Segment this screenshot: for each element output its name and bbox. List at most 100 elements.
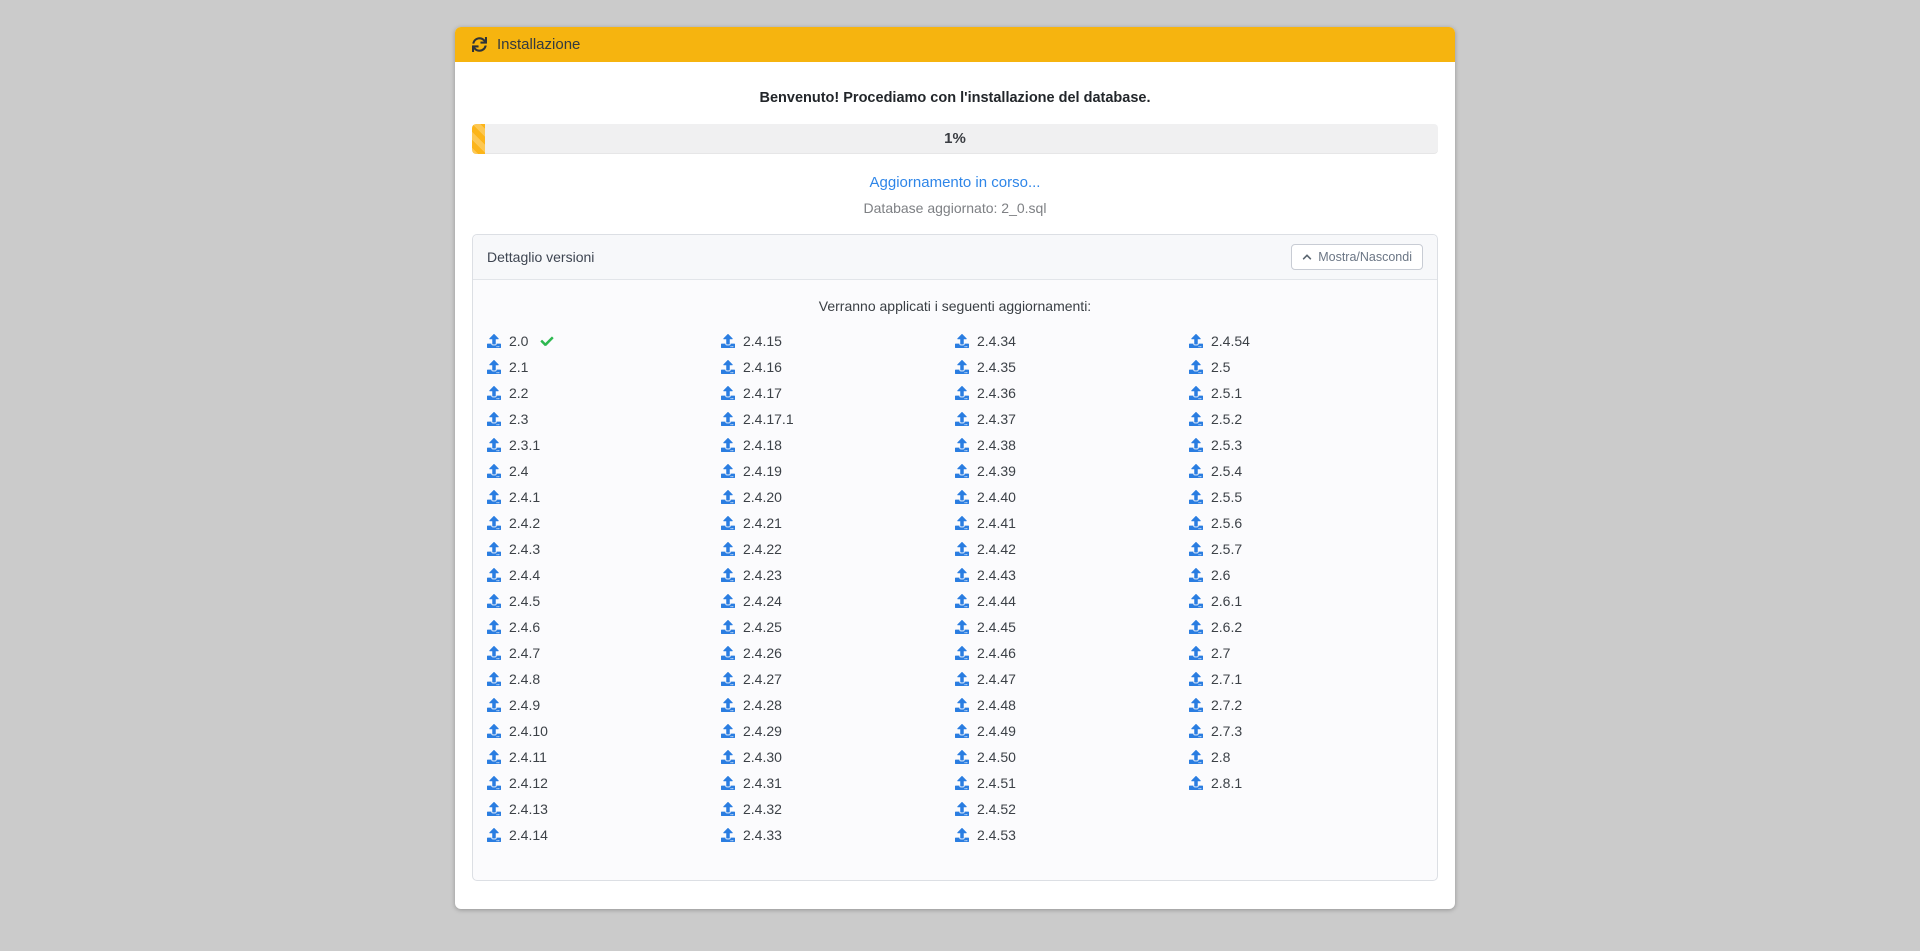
version-label: 2.3.1: [509, 437, 540, 453]
version-label: 2.4.18: [743, 437, 782, 453]
version-label: 2.6.2: [1211, 619, 1242, 635]
upload-icon: [1189, 412, 1203, 426]
version-label: 2.4.24: [743, 593, 782, 609]
version-item: 2.3: [487, 406, 721, 432]
version-item: 2.4.28: [721, 692, 955, 718]
upload-icon: [955, 620, 969, 634]
progress-label: 1%: [472, 124, 1438, 154]
versions-panel: Dettaglio versioni Mostra/Nascondi Verra…: [472, 234, 1438, 881]
version-item: 2.4.47: [955, 666, 1189, 692]
version-label: 2.4.16: [743, 359, 782, 375]
upload-icon: [1189, 334, 1203, 348]
version-label: 2.4.17: [743, 385, 782, 401]
upload-icon: [721, 516, 735, 530]
versions-panel-title: Dettaglio versioni: [487, 249, 594, 265]
upload-icon: [955, 724, 969, 738]
upload-icon: [487, 412, 501, 426]
upload-icon: [487, 672, 501, 686]
version-label: 2.2: [509, 385, 528, 401]
version-item: 2.4.54: [1189, 328, 1423, 354]
version-item: 2.5.7: [1189, 536, 1423, 562]
version-label: 2.4.46: [977, 645, 1016, 661]
version-label: 2.4.47: [977, 671, 1016, 687]
version-item: 2.5.4: [1189, 458, 1423, 484]
version-item: 2.4.51: [955, 770, 1189, 796]
version-item: 2.4.2: [487, 510, 721, 536]
version-label: 2.4.6: [509, 619, 540, 635]
version-item: 2.4.19: [721, 458, 955, 484]
upload-icon: [487, 646, 501, 660]
upload-icon: [487, 568, 501, 582]
version-item: 2.4.6: [487, 614, 721, 640]
version-column: 2.4.152.4.162.4.172.4.17.12.4.182.4.192.…: [721, 328, 955, 848]
version-label: 2.4.32: [743, 801, 782, 817]
version-item: 2.4.14: [487, 822, 721, 848]
version-label: 2.4.26: [743, 645, 782, 661]
upload-icon: [721, 802, 735, 816]
version-label: 2.4.44: [977, 593, 1016, 609]
upload-icon: [955, 802, 969, 816]
version-item: 2.4.52: [955, 796, 1189, 822]
db-updated-text: Database aggiornato: 2_0.sql: [472, 200, 1438, 216]
version-label: 2.4.9: [509, 697, 540, 713]
version-item: 2.4.9: [487, 692, 721, 718]
toggle-versions-button[interactable]: Mostra/Nascondi: [1291, 244, 1423, 270]
upload-icon: [487, 464, 501, 478]
version-label: 2.4.20: [743, 489, 782, 505]
version-item: 2.7.1: [1189, 666, 1423, 692]
upload-icon: [487, 620, 501, 634]
version-item: 2.5.1: [1189, 380, 1423, 406]
version-label: 2.4.22: [743, 541, 782, 557]
upload-icon: [955, 542, 969, 556]
upload-icon: [1189, 698, 1203, 712]
version-label: 2.4.49: [977, 723, 1016, 739]
upload-icon: [721, 672, 735, 686]
version-label: 2.3: [509, 411, 528, 427]
installer-title: Installazione: [497, 36, 580, 53]
upload-icon: [721, 828, 735, 842]
version-label: 2.4.45: [977, 619, 1016, 635]
version-label: 2.4.38: [977, 437, 1016, 453]
update-status-text: Aggiornamento in corso...: [472, 174, 1438, 191]
upload-icon: [721, 360, 735, 374]
upload-icon: [1189, 672, 1203, 686]
upload-icon: [487, 750, 501, 764]
version-item: 2.4.36: [955, 380, 1189, 406]
upload-icon: [1189, 386, 1203, 400]
version-item: 2.4.30: [721, 744, 955, 770]
version-label: 2.4.51: [977, 775, 1016, 791]
version-label: 2.4.2: [509, 515, 540, 531]
version-label: 2.4.29: [743, 723, 782, 739]
version-item: 2.7.2: [1189, 692, 1423, 718]
progress-bar: 1%: [472, 124, 1438, 154]
version-item: 2.4.24: [721, 588, 955, 614]
version-label: 2.4.33: [743, 827, 782, 843]
upload-icon: [721, 490, 735, 504]
upload-icon: [721, 412, 735, 426]
version-label: 2.8.1: [1211, 775, 1242, 791]
upload-icon: [955, 776, 969, 790]
version-item: 2.5.5: [1189, 484, 1423, 510]
version-item: 2.4.46: [955, 640, 1189, 666]
version-item: 2.4: [487, 458, 721, 484]
version-item: 2.4.44: [955, 588, 1189, 614]
toggle-versions-label: Mostra/Nascondi: [1318, 250, 1412, 264]
version-item: 2.4.29: [721, 718, 955, 744]
version-item: 2.4.53: [955, 822, 1189, 848]
upload-icon: [1189, 542, 1203, 556]
version-label: 2.4.39: [977, 463, 1016, 479]
version-item: 2.4.7: [487, 640, 721, 666]
version-item: 2.4.21: [721, 510, 955, 536]
version-item: 2.4.43: [955, 562, 1189, 588]
upload-icon: [1189, 646, 1203, 660]
refresh-icon: [472, 37, 487, 52]
upload-icon: [955, 698, 969, 712]
upload-icon: [721, 698, 735, 712]
version-label: 2.4.48: [977, 697, 1016, 713]
installer-card: Installazione Benvenuto! Procediamo con …: [455, 27, 1455, 909]
version-item: 2.4.11: [487, 744, 721, 770]
version-label: 2.4.11: [509, 749, 547, 765]
version-item: 2.4.23: [721, 562, 955, 588]
version-item: 2.4.13: [487, 796, 721, 822]
upload-icon: [955, 828, 969, 842]
